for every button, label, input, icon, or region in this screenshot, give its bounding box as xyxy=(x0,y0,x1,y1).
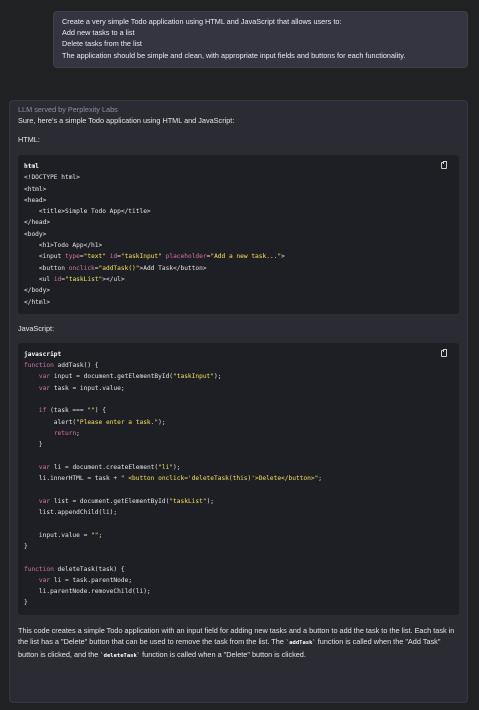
code-line: var task = input.value; xyxy=(38,384,125,392)
code-line: input.value = ""; xyxy=(24,531,103,539)
code-line: <button onclick="addTask()">Add Task</bu… xyxy=(24,264,207,272)
code-line: var li = task.parentNode; xyxy=(38,576,133,584)
code-line: </head> xyxy=(24,219,51,227)
code-line: <html> xyxy=(24,185,47,193)
code-line: } xyxy=(24,542,28,550)
code-line: li.parentNode.removeChild(li); xyxy=(24,588,151,596)
code-line: var input = document.getElementById("tas… xyxy=(38,373,222,381)
user-message-line: Add new tasks to a list xyxy=(62,28,135,38)
code-line: var li = document.createElement("li"); xyxy=(38,463,181,471)
html-code-block: html <!DOCTYPE html> <html> <head> <title>… xyxy=(18,155,459,314)
summary-text: This code creates a simple Todo applicat… xyxy=(18,625,459,663)
code-line: <ul id="taskList"></ul> xyxy=(24,275,125,283)
html-heading: HTML: xyxy=(18,135,40,144)
clipboard-icon[interactable] xyxy=(441,348,447,357)
user-message-line: The application should be simple and cle… xyxy=(62,50,406,60)
code-lines: function addTask() { var input = documen… xyxy=(24,360,453,609)
assistant-message: LLM served by Perplexity Labs Sure, here… xyxy=(9,100,468,703)
code-line: <head> xyxy=(24,196,47,204)
code-line: function deleteTask(task) { xyxy=(24,565,125,573)
intro-text: Sure, here's a simple Todo application u… xyxy=(18,116,235,125)
code-language-label: javascript xyxy=(24,350,62,358)
code-line: </body> xyxy=(24,287,51,295)
summary-part: function is called when a "Delete" butto… xyxy=(140,650,306,660)
user-message-line: Delete tasks from the list xyxy=(62,39,142,49)
clipboard-icon[interactable] xyxy=(441,161,447,169)
code-line: <h1>Todo App</h1> xyxy=(24,242,103,250)
code-line: function addTask() { xyxy=(24,362,99,370)
code-line: if (task === "") { xyxy=(38,407,106,415)
code-line: var list = document.getElementById("task… xyxy=(38,497,215,505)
user-message: Create a very simple Todo application us… xyxy=(53,11,468,68)
code-line: </html> xyxy=(24,298,51,306)
code-line: <body> xyxy=(24,230,47,238)
inline-code: `deleteTask` xyxy=(100,653,141,660)
code-lines: <!DOCTYPE html> <html> <head> <title>Simpl… xyxy=(24,172,453,308)
code-line: return; xyxy=(53,429,80,437)
user-message-line: Create a very simple Todo application us… xyxy=(62,17,342,26)
served-by-label: LLM served by Perplexity Labs xyxy=(18,105,118,114)
js-code-block: javascript function addTask() { var inpu… xyxy=(18,342,459,615)
code-line: list.appendChild(li); xyxy=(24,509,118,517)
code-line: } xyxy=(24,599,28,607)
code-line: alert("Please enter a task."); xyxy=(24,418,166,426)
js-heading: JavaScript: xyxy=(18,323,55,333)
code-line: <input type="text" id="taskInput" placeh… xyxy=(24,253,285,261)
code-line: <title>Simple Todo App</title> xyxy=(24,208,151,216)
code-line: li.innerHTML = task + " <button onclick=… xyxy=(24,475,323,483)
code-language-label: html xyxy=(24,163,39,170)
code-line: <!DOCTYPE html> xyxy=(24,174,80,182)
code-line: } xyxy=(24,441,43,449)
inline-code: `addTask` xyxy=(285,639,316,646)
